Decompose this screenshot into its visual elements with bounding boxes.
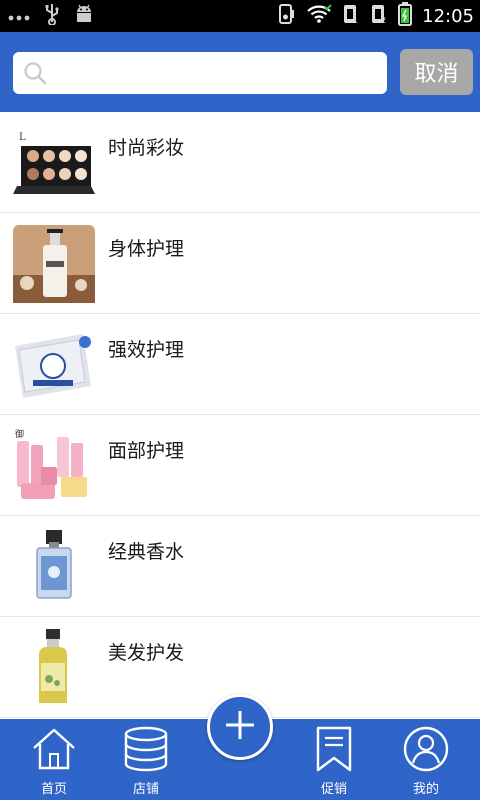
cancel-button[interactable]: 取消: [400, 49, 473, 95]
shampoo-bottle-icon: [13, 629, 95, 707]
nav-label: 店铺: [132, 782, 159, 797]
status-bar-right: 1 2 12:05: [278, 0, 474, 32]
vibrate-icon: [278, 3, 296, 29]
skincare-set-icon: 御: [13, 427, 95, 505]
category-label: 美发护发: [108, 642, 185, 664]
nav-label: 我的: [412, 782, 439, 797]
svg-text:御: 御: [15, 428, 24, 440]
category-item-intensive-care[interactable]: 强效护理: [0, 314, 480, 415]
category-label: 身体护理: [108, 238, 185, 260]
status-bar-left: [8, 0, 94, 32]
category-item-makeup[interactable]: L 时尚彩妆: [0, 112, 480, 213]
status-bar: 1 2 12:05: [0, 0, 480, 32]
database-icon: [122, 719, 170, 776]
battery-icon: [398, 2, 413, 30]
svg-text:L: L: [19, 132, 26, 143]
category-item-perfume[interactable]: 经典香水: [0, 516, 480, 617]
search-input[interactable]: [57, 56, 375, 90]
nav-item-home[interactable]: 首页: [14, 719, 94, 800]
category-label: 经典香水: [108, 541, 185, 563]
makeup-palette-icon: L: [13, 124, 95, 202]
category-label: 时尚彩妆: [108, 137, 185, 159]
add-button[interactable]: [207, 694, 273, 760]
nav-label: 首页: [40, 782, 67, 797]
user-icon: [402, 719, 450, 776]
svg-text:1: 1: [353, 16, 358, 25]
wifi-icon: [306, 4, 332, 28]
home-icon: [30, 719, 78, 776]
nav-item-mine[interactable]: 我的: [386, 719, 466, 800]
android-icon: [74, 4, 94, 28]
perfume-bottle-icon: [13, 528, 95, 606]
category-label: 强效护理: [108, 339, 185, 361]
nav-item-shops[interactable]: 店铺: [106, 719, 186, 800]
search-header: 取消: [0, 32, 480, 112]
sim-signal-icon: 1: [342, 3, 360, 29]
nav-label: 促销: [320, 782, 347, 797]
more-dots-icon: [8, 7, 30, 26]
svg-text:2: 2: [381, 16, 386, 25]
category-item-facial-care[interactable]: 御 面部护理: [0, 415, 480, 516]
body-lotion-icon: [13, 225, 95, 303]
sim-signal-2-icon: 2: [370, 3, 388, 29]
face-mask-pack-icon: [13, 326, 95, 404]
search-icon: [23, 61, 47, 89]
plus-icon: [223, 708, 257, 746]
category-item-body-care[interactable]: 身体护理: [0, 213, 480, 314]
status-time: 12:05: [422, 5, 474, 27]
category-list: L 时尚彩妆 身体护理 强效护理 御 面部护理 经典香水 美发护发: [0, 112, 480, 718]
search-box[interactable]: [13, 52, 387, 94]
usb-icon: [44, 3, 60, 29]
nav-item-promotions[interactable]: 促销: [294, 719, 374, 800]
bookmark-icon: [310, 719, 358, 776]
category-label: 面部护理: [108, 440, 185, 462]
